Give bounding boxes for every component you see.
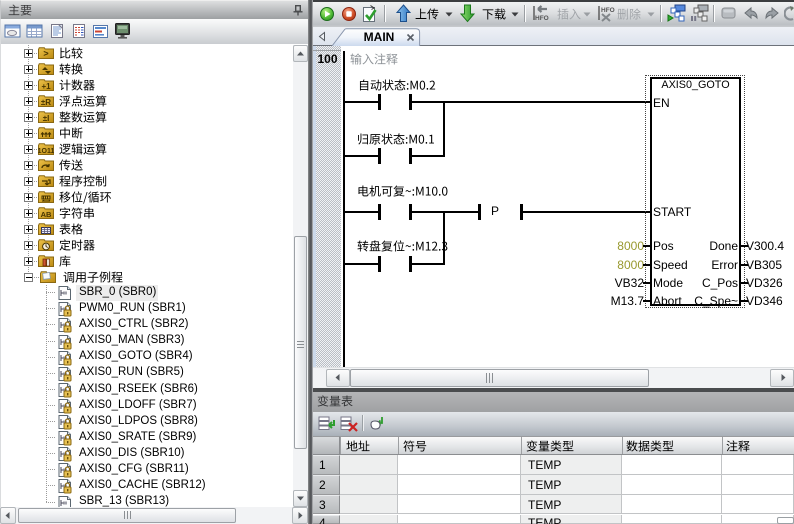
svg-text:+1: +1: [41, 82, 51, 91]
svg-text:AB: AB: [41, 210, 52, 219]
svg-text:HFO: HFO: [601, 7, 615, 14]
svg-text:±I: ±I: [43, 114, 50, 123]
svg-text:HFO: HFO: [535, 15, 549, 22]
svg-text:±R: ±R: [41, 98, 51, 107]
svg-text:>: >: [43, 49, 48, 59]
svg-text:1O11: 1O11: [38, 148, 54, 155]
